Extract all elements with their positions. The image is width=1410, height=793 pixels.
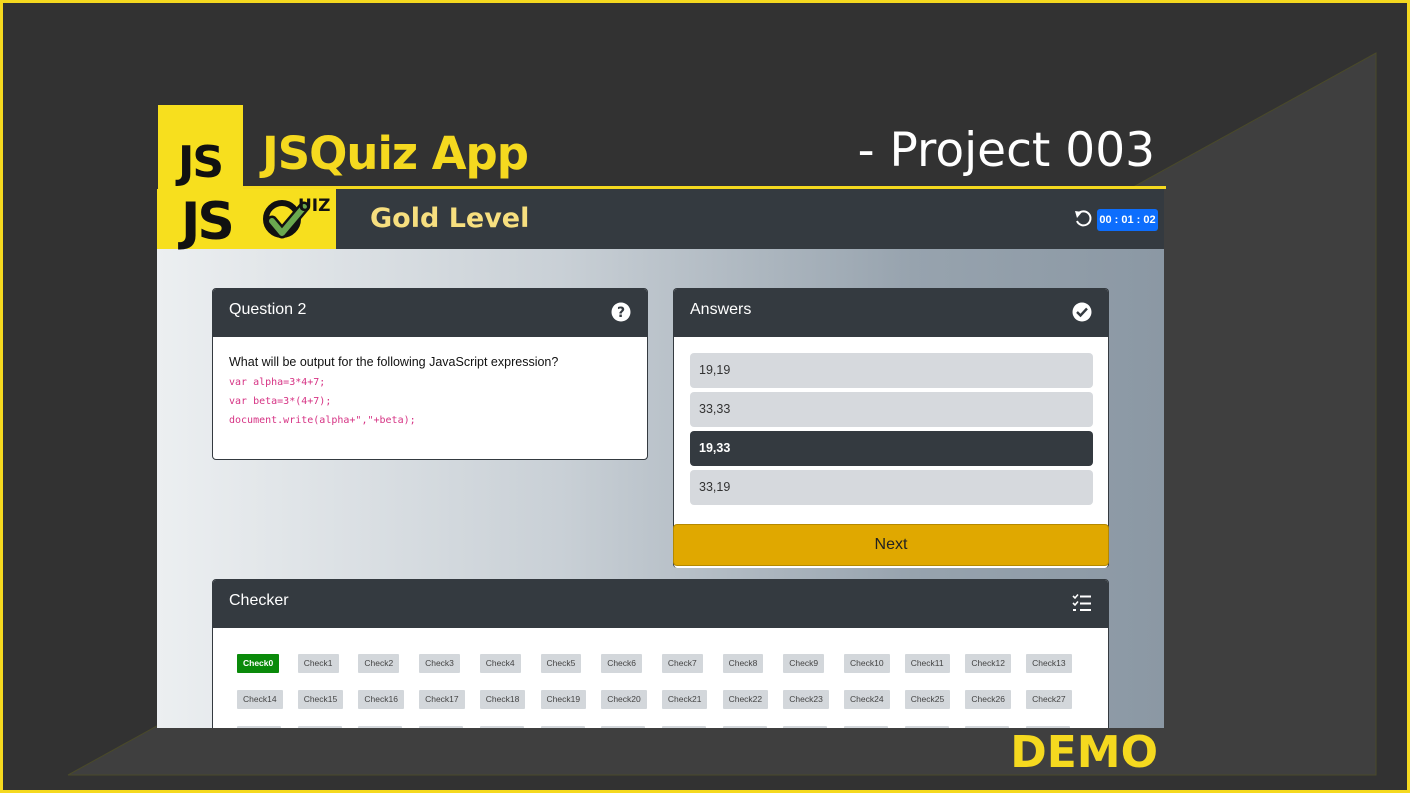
check-button-21[interactable]: Check21 — [661, 690, 708, 709]
check-button-8[interactable]: Check8 — [722, 654, 764, 673]
check-circle-icon — [1072, 302, 1092, 322]
check-button-5[interactable]: Check5 — [540, 654, 582, 673]
checker-card: Checker Check0 Check1 Check2 Check3 Check4 Ch… — [212, 579, 1109, 728]
check-button-13[interactable]: Check13 — [1026, 654, 1072, 673]
check-button-35[interactable] — [661, 726, 706, 728]
logo-quiz: UIZ — [260, 189, 336, 249]
check-button-32[interactable] — [479, 726, 524, 728]
check-button-27[interactable]: Check27 — [1026, 690, 1072, 709]
check-button-34[interactable] — [601, 726, 646, 728]
check-button-20[interactable]: Check20 — [601, 690, 647, 709]
question-text: What will be output for the following Ja… — [229, 355, 559, 369]
check-button-6[interactable]: Check6 — [601, 654, 643, 673]
check-button-30[interactable] — [358, 726, 403, 728]
check-button-22[interactable]: Check22 — [722, 690, 769, 709]
code-line-3: document.write(alpha+","+beta); — [229, 415, 416, 426]
check-button-16[interactable]: Check16 — [358, 690, 404, 709]
answer-option-4[interactable]: 33,19 — [690, 470, 1093, 505]
question-card: Question 2 ? What will be output for the… — [212, 288, 648, 460]
check-button-19[interactable]: Check19 — [540, 690, 587, 709]
check-button-26[interactable]: Check26 — [965, 690, 1011, 709]
app-screenshot: JS UIZ Gold Level 00 : 01 : 02 Question … — [157, 189, 1164, 728]
banner-frame: JS JSQuiz App - Project 003 JS UIZ Gold … — [0, 0, 1410, 793]
question-heading: Question 2 — [229, 301, 307, 318]
check-button-40[interactable] — [965, 726, 1010, 728]
timer-badge: 00 : 01 : 02 — [1097, 209, 1158, 231]
check-button-18[interactable]: Check18 — [479, 690, 526, 709]
check-button-4[interactable]: Check4 — [479, 654, 521, 673]
code-line-1: var alpha=3*4+7; — [229, 377, 326, 388]
check-button-9[interactable]: Check9 — [783, 654, 825, 673]
next-button[interactable]: Next — [673, 524, 1109, 566]
check-button-10[interactable]: Check10 — [844, 654, 890, 673]
check-button-1[interactable]: Check1 — [297, 654, 339, 673]
check-button-33[interactable] — [540, 726, 585, 728]
demo-label: DEMO — [1010, 727, 1158, 778]
level-title: Gold Level — [370, 203, 530, 234]
check-button-17[interactable]: Check17 — [419, 690, 465, 709]
check-button-37[interactable] — [783, 726, 828, 728]
question-circle-icon: ? — [611, 302, 631, 322]
app-title: JSQuiz App — [262, 127, 529, 180]
code-line-2: var beta=3*(4+7); — [229, 396, 332, 407]
svg-text:?: ? — [617, 305, 625, 321]
checklist-icon — [1072, 593, 1091, 611]
logo-js-text: JS — [181, 192, 235, 252]
navbar: JS UIZ Gold Level 00 : 01 : 02 — [157, 189, 1164, 252]
check-button-7[interactable]: Check7 — [661, 654, 703, 673]
answer-option-1[interactable]: 19,19 — [690, 353, 1093, 388]
answer-option-3-selected[interactable]: 19,33 — [690, 431, 1093, 466]
undo-icon[interactable] — [1073, 209, 1093, 229]
answer-option-2[interactable]: 33,33 — [690, 392, 1093, 427]
check-button-25[interactable]: Check25 — [904, 690, 951, 709]
check-button-29[interactable] — [297, 726, 342, 728]
check-button-36[interactable] — [722, 726, 767, 728]
answers-card-header: Answers — [674, 289, 1108, 337]
check-button-0[interactable]: Check0 — [237, 654, 280, 673]
quiz-check-icon: UIZ — [263, 196, 330, 239]
check-button-15[interactable]: Check15 — [297, 690, 344, 709]
check-button-11[interactable]: Check11 — [904, 654, 950, 673]
check-button-23[interactable]: Check23 — [783, 690, 829, 709]
check-button-14[interactable]: Check14 — [237, 690, 283, 709]
answers-heading: Answers — [690, 301, 752, 318]
check-button-12[interactable]: Check12 — [965, 654, 1011, 673]
check-button-38[interactable] — [844, 726, 888, 728]
check-button-39[interactable] — [904, 726, 949, 728]
project-title: - Project 003 — [857, 123, 1155, 178]
check-button-24[interactable]: Check24 — [844, 690, 890, 709]
check-button-3[interactable]: Check3 — [419, 654, 460, 673]
checker-card-header: Checker — [213, 580, 1108, 628]
checker-heading: Checker — [229, 592, 289, 609]
logo-quiz-text: UIZ — [298, 196, 330, 216]
js-badge: JS — [158, 105, 243, 189]
logo-js: JS — [157, 189, 260, 252]
js-badge-text: JS — [178, 137, 224, 188]
check-button-2[interactable]: Check2 — [358, 654, 400, 673]
check-button-31[interactable] — [419, 726, 464, 728]
question-card-header: Question 2 ? — [213, 289, 647, 337]
check-button-28[interactable] — [237, 726, 281, 728]
